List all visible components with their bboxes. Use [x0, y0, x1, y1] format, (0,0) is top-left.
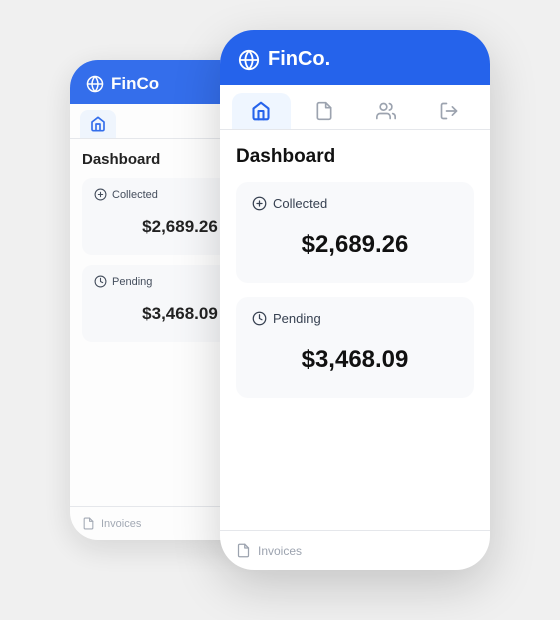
- back-logo-text: FinCo: [111, 74, 159, 94]
- front-content: Dashboard Collected $2,689.26 Pending: [220, 130, 490, 428]
- back-nav-home[interactable]: [80, 110, 116, 138]
- back-invoices-label: Invoices: [101, 518, 141, 530]
- front-nav-users[interactable]: [357, 93, 416, 129]
- front-nav: [220, 85, 490, 130]
- front-collected-card: Collected $2,689.26: [236, 182, 474, 283]
- front-pending-label: Pending: [252, 311, 458, 326]
- front-nav-logout[interactable]: [420, 93, 479, 129]
- front-header: FinCo.: [220, 30, 490, 85]
- front-page-title: Dashboard: [236, 146, 474, 168]
- front-invoices-label: Invoices: [258, 544, 302, 558]
- front-pending-card: Pending $3,468.09: [236, 297, 474, 398]
- front-nav-documents[interactable]: [295, 93, 354, 129]
- phone-front: FinCo.: [220, 30, 490, 570]
- front-collected-label: Collected: [252, 196, 458, 211]
- front-globe-icon: [238, 49, 260, 71]
- back-globe-icon: [86, 75, 104, 93]
- front-logo-text: FinCo.: [268, 48, 330, 71]
- scene: FinCo Dashboard Collected $2,689.26: [70, 30, 490, 590]
- front-pending-value: $3,468.09: [252, 336, 458, 384]
- front-collected-value: $2,689.26: [252, 221, 458, 269]
- front-nav-home[interactable]: [232, 93, 291, 129]
- front-bottom-nav[interactable]: Invoices: [220, 530, 490, 570]
